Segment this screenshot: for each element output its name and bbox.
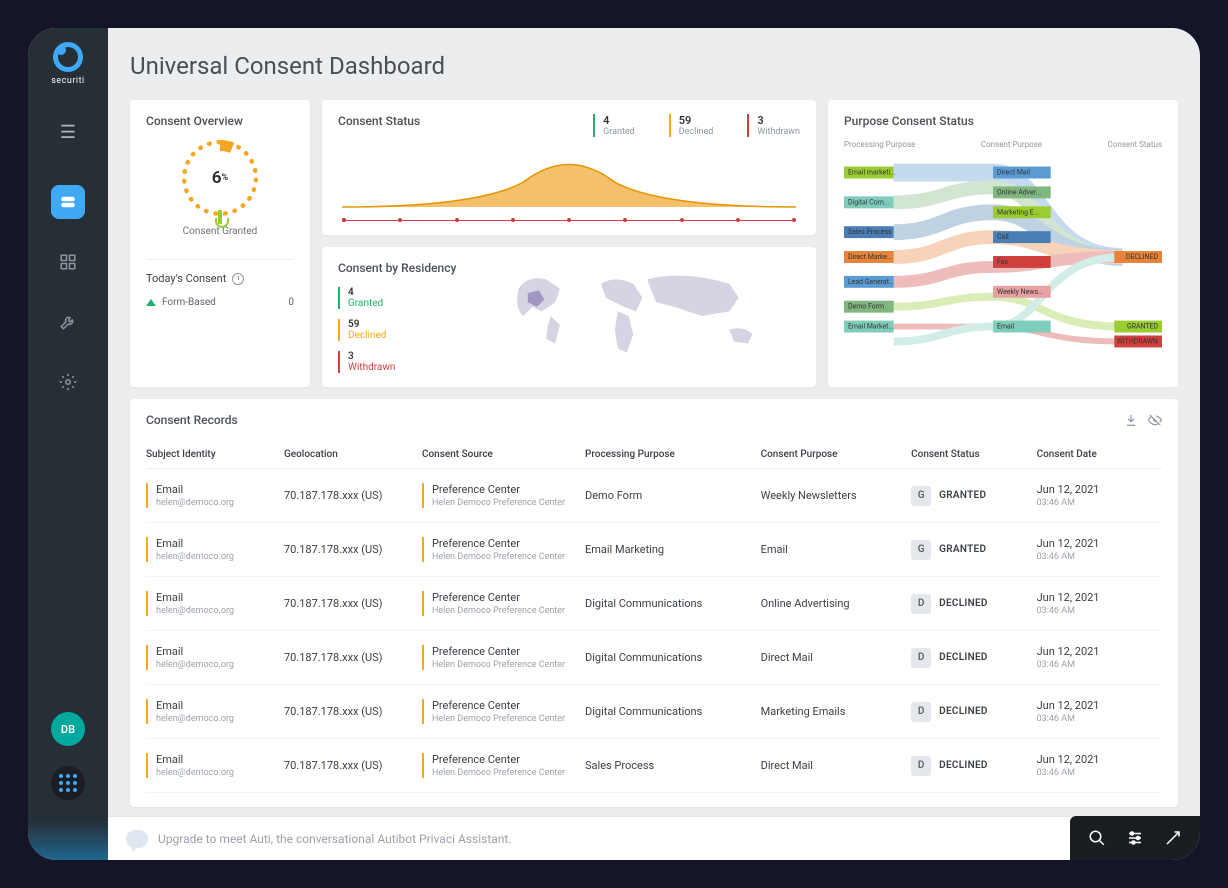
svg-text:Lead Generat...: Lead Generat...	[848, 278, 895, 286]
main-content: Universal Consent Dashboard Consent Over…	[108, 28, 1200, 860]
svg-text:Email: Email	[997, 323, 1014, 331]
table-header-row: Subject IdentityGeolocationConsent Sourc…	[146, 441, 1162, 469]
svg-text:Weekly News...: Weekly News...	[997, 288, 1044, 296]
footer-text: Upgrade to meet Auti, the conversational…	[158, 832, 512, 846]
res-withdrawn: 3Withdrawn	[338, 351, 456, 373]
user-avatar[interactable]: DB	[51, 712, 85, 746]
metric-declined: 59Declined	[669, 114, 714, 137]
svg-text:Marketing E...: Marketing E...	[997, 208, 1039, 216]
svg-text:Email Market...: Email Market...	[848, 323, 894, 331]
table-row[interactable]: Emailhelen@democo.org70.187.178.xxx (US)…	[146, 685, 1162, 739]
chat-icon[interactable]	[126, 830, 148, 848]
sankey-diagram: Email marketi... Digital Com... Sales Proc…	[844, 157, 1162, 357]
svg-text:Fax: Fax	[997, 258, 1008, 266]
form-based-row: Form-Based 0	[146, 297, 294, 308]
consent-records-card: Consent Records Subject IdentityGeolocat…	[130, 399, 1178, 807]
svg-text:Demo Form: Demo Form	[848, 303, 884, 311]
grid-icon	[59, 253, 77, 271]
svg-text:Direct Mail: Direct Mail	[997, 169, 1030, 177]
svg-text:GRANTED: GRANTED	[1127, 323, 1158, 331]
nav-item-consent[interactable]	[51, 185, 85, 219]
triangle-up-icon	[146, 299, 156, 306]
download-icon[interactable]	[1124, 413, 1138, 427]
table-row[interactable]: Emailhelen@democo.org70.187.178.xxx (US)…	[146, 469, 1162, 523]
purpose-consent-card: Purpose Consent Status Processing Purpos…	[828, 100, 1178, 387]
table-row[interactable]: Emailhelen@democo.org70.187.178.xxx (US)…	[146, 739, 1162, 793]
search-icon[interactable]	[1088, 829, 1106, 847]
brand-logo: securiti	[44, 42, 92, 90]
nav-item-tools[interactable]	[51, 305, 85, 339]
today-consent-header: Today's Consent	[146, 272, 294, 285]
clock-icon	[232, 273, 244, 285]
expand-icon[interactable]	[1164, 829, 1182, 847]
table-row[interactable]: Emailhelen@democo.org70.187.178.xxx (US)…	[146, 631, 1162, 685]
svg-text:Call: Call	[997, 233, 1009, 241]
table-row[interactable]: Emailhelen@democo.org70.187.178.xxx (US)…	[146, 577, 1162, 631]
footer-bar: Upgrade to meet Auti, the conversational…	[108, 816, 1200, 860]
toggle-icon	[59, 193, 77, 211]
svg-text:DECLINED: DECLINED	[1126, 253, 1159, 261]
sidebar: securiti ☰ DB	[28, 28, 108, 860]
res-granted: 4Granted	[338, 287, 456, 309]
metric-withdrawn: 3Withdrawn	[747, 114, 800, 137]
sliders-icon[interactable]	[1126, 829, 1144, 847]
wrench-icon	[59, 313, 77, 331]
consent-overview-card: Consent Overview 6% Consent Granted Toda…	[130, 100, 310, 387]
distribution-chart	[342, 152, 796, 212]
svg-text:Email marketi...: Email marketi...	[848, 169, 896, 177]
records-title: Consent Records	[146, 413, 238, 427]
svg-text:Online Adver...: Online Adver...	[997, 188, 1041, 196]
svg-text:Digital Com...: Digital Com...	[848, 198, 889, 206]
table-row[interactable]: Emailhelen@democo.org70.187.178.xxx (US)…	[146, 523, 1162, 577]
apps-launcher[interactable]	[51, 766, 85, 800]
nav-item-settings[interactable]	[51, 365, 85, 399]
consent-status-card: Consent Status 4Granted 59Declined 3With…	[322, 100, 816, 235]
menu-toggle[interactable]: ☰	[60, 122, 76, 143]
svg-text:WITHDRAWN: WITHDRAWN	[1117, 337, 1158, 345]
gear-icon	[59, 373, 77, 391]
card-title: Consent Overview	[146, 114, 294, 128]
bottom-toolbar	[1070, 816, 1200, 860]
svg-text:Sales Process: Sales Process	[848, 228, 892, 236]
consent-residency-card: Consent by Residency 4Granted 59Declined…	[322, 247, 816, 387]
metric-granted: 4Granted	[593, 114, 635, 137]
nav-item-dashboard[interactable]	[51, 245, 85, 279]
eye-off-icon[interactable]	[1148, 413, 1162, 427]
consent-donut-chart: 6%	[182, 140, 258, 216]
world-map	[476, 261, 800, 371]
svg-text:Direct Marke...: Direct Marke...	[848, 253, 893, 261]
page-title: Universal Consent Dashboard	[130, 52, 1178, 80]
res-declined: 59Declined	[338, 319, 456, 341]
